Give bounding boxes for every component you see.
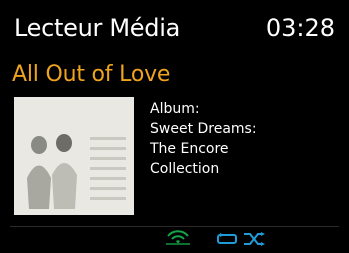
header-bar: Lecteur Média 03:28	[0, 0, 349, 56]
album-info-line: Album:	[150, 101, 200, 117]
app-title: Lecteur Média	[14, 14, 180, 42]
track-title: All Out of Love	[12, 62, 171, 87]
media-player-screen: Lecteur Média 03:28 All Out of Love Albu…	[0, 0, 349, 253]
album-cover	[14, 97, 134, 215]
album-info-line: Sweet Dreams:	[150, 121, 257, 137]
shuffle-icon	[244, 232, 265, 246]
footer-divider	[10, 226, 339, 227]
album-info: Album: Sweet Dreams: The Encore Collecti…	[150, 99, 342, 179]
album-cover-text	[90, 137, 126, 207]
album-cover-photo	[22, 123, 84, 209]
repeat-icon	[217, 233, 237, 244]
album-info-line: Collection	[150, 161, 220, 177]
wifi-icon	[166, 230, 190, 245]
clock: 03:28	[265, 14, 335, 42]
album-info-line: The Encore	[150, 141, 229, 157]
